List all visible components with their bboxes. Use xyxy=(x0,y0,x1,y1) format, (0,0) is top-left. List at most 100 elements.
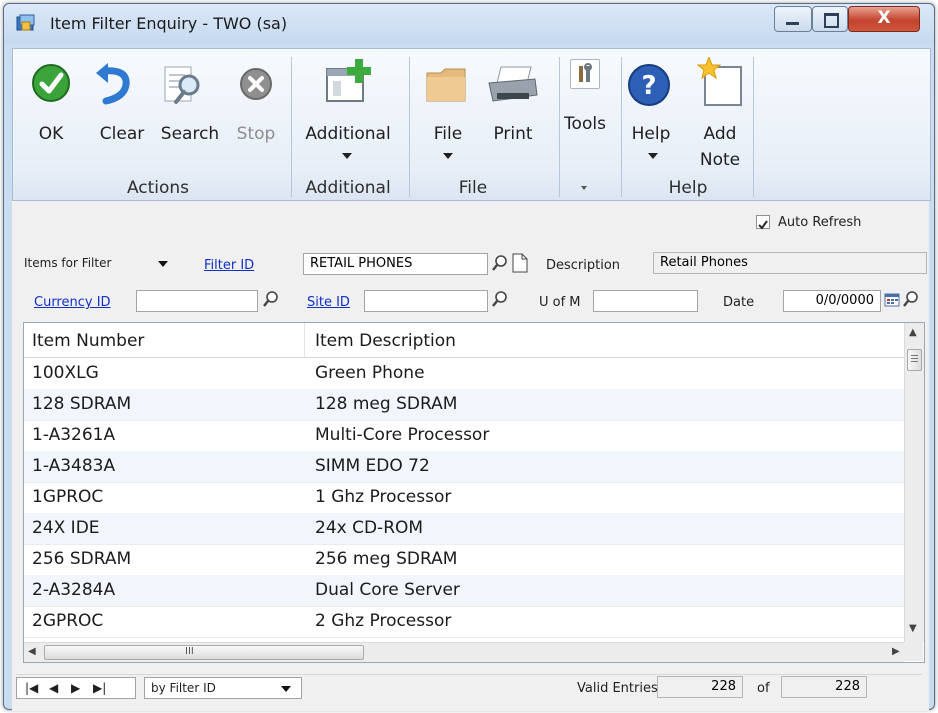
calendar-icon[interactable] xyxy=(884,292,900,308)
total-count: 228 xyxy=(781,676,867,698)
additional-button[interactable] xyxy=(325,59,375,105)
vertical-scrollbar[interactable]: ▲ ▼ xyxy=(904,323,924,642)
table-row[interactable]: 100XLG Green Phone xyxy=(24,358,904,390)
app-window: Item Filter Enquiry - TWO (sa) X OK Clea… xyxy=(3,3,935,711)
file-group-label: File xyxy=(458,178,488,198)
ok-button[interactable] xyxy=(31,63,71,103)
items-for-filter-value: Items for Filter xyxy=(24,256,112,270)
lookup-icon[interactable] xyxy=(262,290,280,308)
ribbon-separator xyxy=(621,57,622,197)
item-number-cell: 1GPROC xyxy=(32,487,104,507)
ribbon-separator xyxy=(291,57,292,197)
add-note-label-line1[interactable]: Add xyxy=(695,124,745,144)
maximize-icon xyxy=(824,13,839,28)
item-description-cell: Dual Core Server xyxy=(315,580,460,600)
close-icon: X xyxy=(877,8,891,28)
help-label[interactable]: Help xyxy=(629,124,673,144)
table-row[interactable]: 256 SDRAM 256 meg SDRAM xyxy=(24,544,904,576)
add-note-button[interactable] xyxy=(696,55,745,107)
item-description-cell: 24x CD-ROM xyxy=(315,518,424,538)
lookup-icon[interactable] xyxy=(491,290,509,308)
add-note-label-line2[interactable]: Note xyxy=(695,150,745,170)
site-id-input[interactable] xyxy=(364,290,488,312)
items-grid: Item Number Item Description 100XLG Gree… xyxy=(23,322,925,663)
item-number-cell: 2GPROC xyxy=(32,611,104,631)
scroll-thumb[interactable] xyxy=(907,349,922,371)
help-button[interactable]: ? xyxy=(627,63,671,107)
item-number-cell: 24X IDE xyxy=(32,518,100,538)
item-description-cell: 128 meg SDRAM xyxy=(315,394,458,414)
table-row[interactable]: 24X IDE 24x CD-ROM xyxy=(24,513,904,545)
chevron-down-icon xyxy=(581,186,587,190)
undo-arrow-icon xyxy=(96,63,130,105)
grid-header: Item Number Item Description xyxy=(24,323,904,358)
checkmark-icon xyxy=(32,64,70,102)
site-id-link[interactable]: Site ID xyxy=(307,295,350,310)
chevron-down-icon xyxy=(648,153,658,159)
tools-label[interactable]: Tools xyxy=(561,114,609,134)
help-icon: ? xyxy=(628,64,670,106)
table-row[interactable]: 1-A3261A Multi-Core Processor xyxy=(24,420,904,452)
column-header-item-number[interactable]: Item Number xyxy=(32,331,144,351)
table-row[interactable]: 1GPROC 1 Ghz Processor xyxy=(24,482,904,514)
title-bar: Item Filter Enquiry - TWO (sa) X xyxy=(4,4,934,44)
currency-id-input[interactable] xyxy=(136,290,258,312)
search-label[interactable]: Search xyxy=(157,124,223,144)
lookup-icon[interactable] xyxy=(902,290,920,308)
scroll-right-icon[interactable]: ▶ xyxy=(892,646,900,657)
filter-id-input[interactable]: RETAIL PHONES xyxy=(303,253,488,275)
auto-refresh-checkbox[interactable] xyxy=(756,215,770,230)
table-row[interactable]: 1-A3483A SIMM EDO 72 xyxy=(24,451,904,483)
lookup-icon[interactable] xyxy=(491,254,509,272)
scroll-down-icon[interactable]: ▼ xyxy=(909,623,917,634)
description-field: Retail Phones xyxy=(653,252,927,274)
close-button[interactable]: X xyxy=(848,6,920,32)
chevron-down-icon xyxy=(443,153,453,159)
scroll-thumb[interactable]: III xyxy=(44,645,364,660)
next-record-icon[interactable]: ▶ xyxy=(71,681,80,695)
sort-by-value: by Filter ID xyxy=(151,681,216,695)
last-record-icon[interactable]: ▶| xyxy=(93,681,106,695)
minimize-icon xyxy=(786,22,799,25)
sort-by-dropdown[interactable]: by Filter ID xyxy=(144,677,302,699)
column-header-item-description[interactable]: Item Description xyxy=(315,331,456,351)
date-input[interactable]: 0/0/0000 xyxy=(783,290,881,312)
uofm-input[interactable] xyxy=(593,290,698,312)
printer-icon xyxy=(488,66,538,102)
item-number-cell: 1-A3261A xyxy=(32,425,116,445)
tools-button[interactable] xyxy=(570,59,600,89)
clear-button[interactable] xyxy=(92,63,134,105)
scroll-left-icon[interactable]: ◀ xyxy=(28,646,36,657)
maximize-button[interactable] xyxy=(812,6,848,32)
stop-button[interactable] xyxy=(239,67,273,101)
horizontal-scrollbar[interactable]: ◀ III ▶ xyxy=(24,642,904,662)
additional-window-icon xyxy=(326,59,371,102)
ribbon-separator xyxy=(409,57,410,197)
print-label[interactable]: Print xyxy=(487,124,539,144)
table-row[interactable]: 2GPROC 2 Ghz Processor xyxy=(24,606,904,638)
file-label[interactable]: File xyxy=(425,124,471,144)
additional-label[interactable]: Additional xyxy=(303,124,393,144)
scroll-up-icon[interactable]: ▲ xyxy=(909,327,917,338)
previous-record-icon[interactable]: ◀ xyxy=(49,681,58,695)
app-icon xyxy=(16,14,35,31)
new-document-icon[interactable] xyxy=(511,253,529,273)
minimize-button[interactable] xyxy=(774,6,812,32)
item-description-cell: 256 meg SDRAM xyxy=(315,549,458,569)
folder-icon xyxy=(426,68,466,102)
item-number-cell: 1-A3483A xyxy=(32,456,116,476)
currency-id-link[interactable]: Currency ID xyxy=(34,295,111,310)
table-row[interactable]: 2-A3284A Dual Core Server xyxy=(24,575,904,607)
actions-group-label: Actions xyxy=(126,178,190,198)
filter-id-link[interactable]: Filter ID xyxy=(204,258,254,273)
ok-label[interactable]: OK xyxy=(29,124,73,144)
stop-label[interactable]: Stop xyxy=(233,124,279,144)
table-row[interactable]: 128 SDRAM 128 meg SDRAM xyxy=(24,389,904,421)
search-button[interactable] xyxy=(161,63,205,107)
item-description-cell: 2 Ghz Processor xyxy=(315,611,452,631)
print-button[interactable] xyxy=(487,65,539,105)
first-record-icon[interactable]: |◀ xyxy=(25,681,38,695)
file-button[interactable] xyxy=(425,65,471,105)
clear-label[interactable]: Clear xyxy=(96,124,148,144)
items-for-filter-dropdown[interactable]: Items for Filter xyxy=(24,253,180,275)
